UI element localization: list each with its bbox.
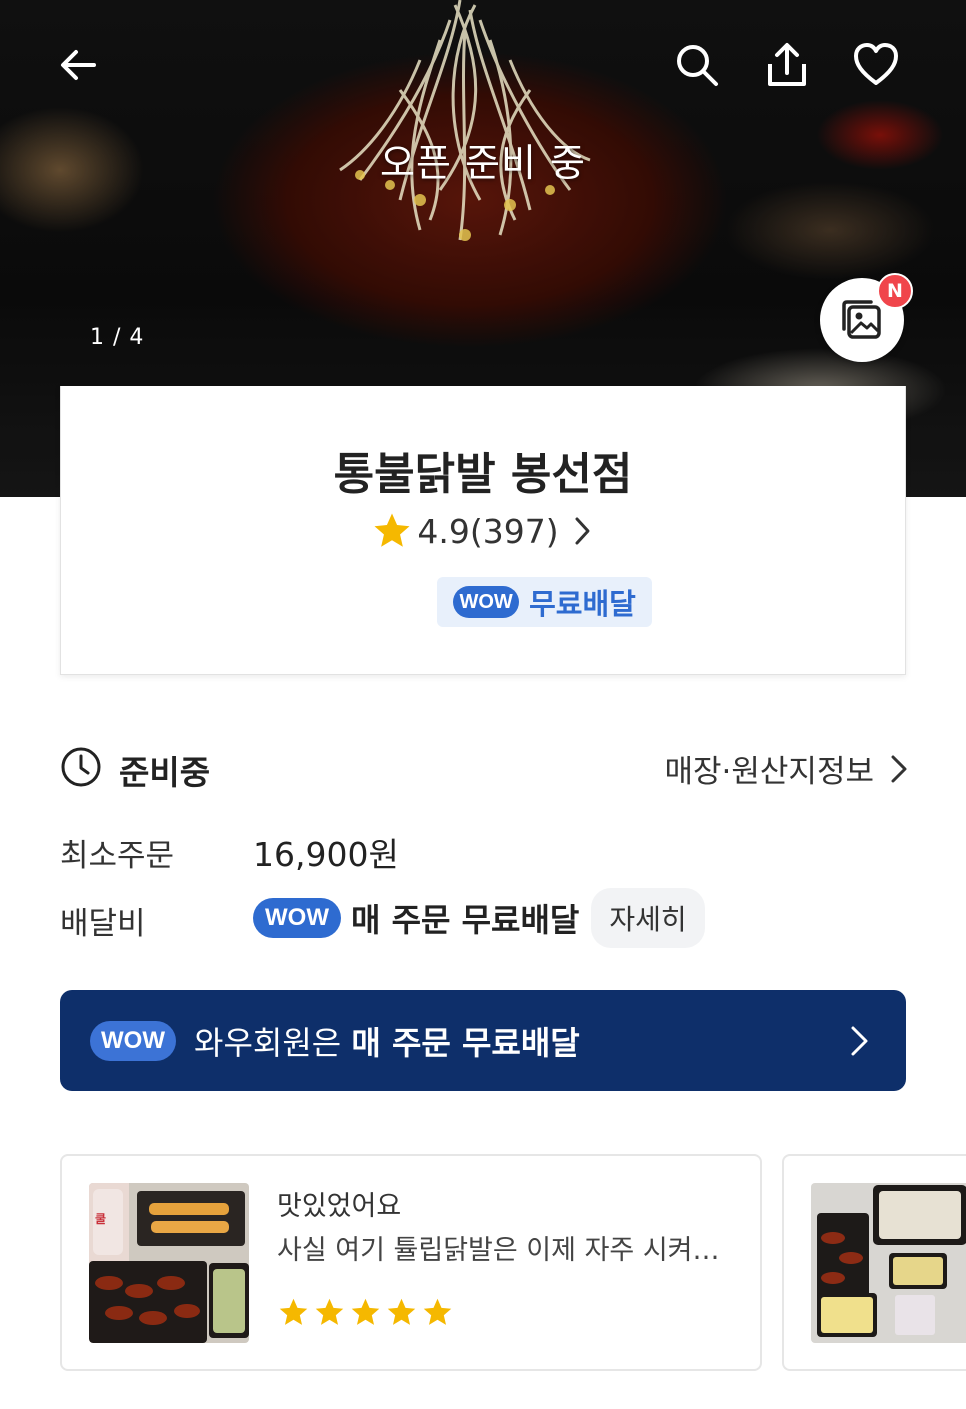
star-icon [315,1298,344,1325]
back-arrow-icon [61,50,96,80]
wow-badge: WOW [90,1020,176,1061]
search-icon [677,45,718,86]
free-delivery-label: 무료배달 [529,587,636,621]
store-origin-info-link[interactable]: 매장·원산지정보 [665,746,911,791]
favorite-button[interactable] [847,36,905,94]
clock-icon [61,747,101,787]
banner-text: 와우회원은 매 주문 무료배달 [194,1018,580,1064]
banner-text-bold: 매 주문 무료배달 [351,1023,580,1062]
min-order-row: 최소주문 16,900원 [60,820,910,880]
star-icon [374,513,410,547]
chevron-right-icon [851,1026,868,1056]
store-origin-info-label: 매장·원산지정보 [664,754,875,790]
share-button[interactable] [758,36,816,94]
delivery-detail-button[interactable]: 자세히 [591,888,705,948]
delivery-fee-row: 배달비 WOW 매 주문 무료배달 자세히 [60,888,910,948]
search-button[interactable] [668,36,726,94]
review-card[interactable]: 쿨 맛있었어요 사실 여기 튤립닭발은 이제 자주 시켜… [60,1154,762,1371]
review-body: 사실 여기 튤립닭발은 이제 자주 시켜… [277,1235,720,1266]
new-badge: N [877,273,913,309]
svg-text:쿨: 쿨 [95,1212,106,1226]
rating-value: 4.9(397) [417,511,559,551]
photo-counter: 1 / 4 [90,325,145,350]
star-icon [351,1298,380,1325]
rating-link[interactable]: 4.9(397) [61,510,905,552]
delivery-fee-value-group: WOW 매 주문 무료배달 자세히 [253,888,705,948]
review-title: 맛있었어요 [277,1191,402,1222]
delivery-fee-value: 매 주문 무료배달 [351,901,580,939]
wow-badge: WOW [253,898,341,938]
review-rating-stars [277,1296,457,1329]
hero-status-text: 오픈 준비 중 [380,141,586,185]
store-name: 통불닭발 봉선점 [333,449,633,500]
min-order-label: 최소주문 [60,838,175,874]
store-status: 준비중 [119,753,211,792]
review-photo [811,1183,966,1343]
back-button[interactable] [50,36,108,94]
chevron-right-icon [891,755,907,782]
review-photo: 쿨 [89,1183,249,1343]
min-order-value: 16,900원 [253,835,399,874]
chevron-right-icon [575,517,590,545]
review-card[interactable] [782,1154,966,1371]
wow-badge: WOW [453,586,520,618]
store-info-card: 통불닭발 봉선점 4.9(397) WOW 무료배달 [60,386,906,675]
food-photo-sprouts [339,0,591,241]
heart-icon [854,43,898,85]
wow-free-delivery-pill: WOW 무료배달 [437,577,652,627]
wow-membership-banner[interactable]: WOW 와우회원은 매 주문 무료배달 [60,990,906,1091]
image-gallery-icon [842,300,881,339]
star-icon [279,1298,308,1325]
store-status-row: 준비중 매장·원산지정보 [60,742,910,792]
star-icon [423,1298,452,1325]
star-icon [387,1298,416,1325]
delivery-fee-label: 배달비 [60,906,146,942]
share-icon [768,43,806,86]
banner-text-prefix: 와우회원은 [194,1023,352,1062]
